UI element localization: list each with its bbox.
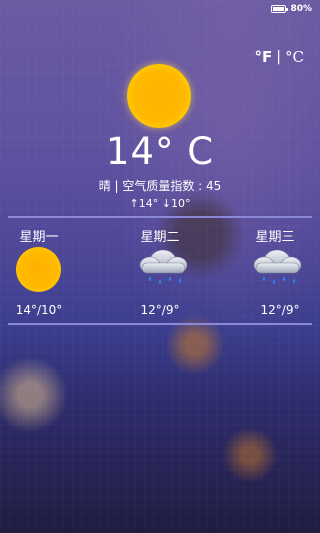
divider-top [8,216,312,218]
weather-summary: 晴 | 空气质量指数 : 45 [98,179,222,193]
divider-bottom [8,323,312,325]
rain-cloud-icon [253,249,302,284]
unit-toggle[interactable]: °F | °C [255,48,304,66]
status-bar: 80% [0,0,320,18]
current-temperature: 14° C [105,130,215,173]
rain-cloud-icon [139,249,188,284]
unit-separator: | [276,49,282,65]
battery-icon [271,5,289,13]
forecast-range-1: 14°/10° [15,303,63,317]
forecast-day-1: 星期一 [19,230,59,245]
sun-icon [127,64,191,128]
forecast-range-3: 12°/9° [260,303,300,317]
battery-percentage: 80% [290,4,312,14]
forecast-range-2: 12°/9° [140,303,180,317]
fahrenheit-option[interactable]: °F [255,48,273,66]
celsius-option[interactable]: °C [285,48,304,66]
high-low-temperature: ↑14° ↓10° [129,197,191,210]
sun-icon [16,247,61,292]
